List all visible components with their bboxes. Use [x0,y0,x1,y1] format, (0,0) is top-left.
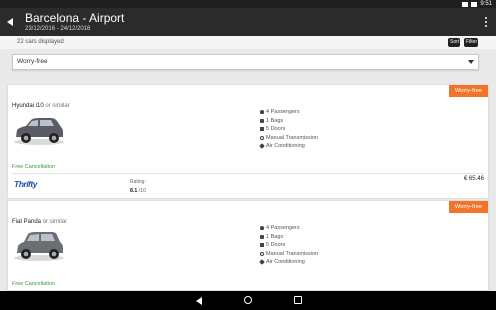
person-icon [260,110,264,114]
page-title: Barcelona - Airport [25,11,125,25]
gear-icon [260,251,264,256]
rating-value: 8.1 /10 [130,188,146,194]
price: € 65.46 [463,176,484,182]
filter-dropdown[interactable]: Worry-free [12,54,479,70]
feature-passengers: 4 Passengers [260,108,318,117]
feature-air-conditioning: Air Conditioning [259,142,318,151]
feature-doors: 5 Doors [260,125,318,134]
status-time: 9:51 [480,1,492,7]
car-features: 4 Passengers 1 Bags 5 Doors Manual Trans… [259,108,318,151]
results-count: 22 cars displayed [17,39,64,45]
status-bar: 9:51 [0,0,496,8]
feature-bags: 1 Bags [260,117,318,126]
divider [12,173,484,174]
chevron-down-icon [468,60,474,64]
results-header: 22 cars displayed Sort Filter [0,36,496,49]
free-cancellation: Free Cancellation [12,164,56,170]
car-model: Hyundai i10 [12,103,44,109]
car-name: Fiat Panda or similar [12,219,67,225]
car-similar: or similar [41,219,68,225]
worry-free-badge: Worry-free [449,201,488,213]
car-name: Hyundai i10 or similar [12,103,70,109]
gear-icon [260,135,264,140]
door-icon [260,127,264,131]
wifi-icon [462,1,469,7]
more-vert-icon[interactable] [482,16,490,28]
feature-air-conditioning: Air Conditioning [259,258,318,267]
car-model: Fiat Panda [12,219,42,225]
feature-doors: 5 Doors [260,241,318,250]
supplier-logo: Thrifty [14,179,37,189]
car-image [14,118,64,145]
sort-button[interactable]: Sort [448,38,460,47]
nav-home-icon[interactable] [244,296,252,304]
car-similar: or similar [43,103,70,109]
door-icon [260,243,264,247]
feature-transmission: Manual Transmission [260,250,318,259]
worry-free-badge: Worry-free [449,85,488,97]
snowflake-icon [259,259,265,265]
rating-label: Rating: [130,179,146,185]
back-arrow-icon[interactable] [4,16,16,28]
status-icons: 9:51 [462,0,492,8]
nav-back-icon[interactable] [196,297,202,305]
toolbar: Barcelona - Airport 23/12/2016 - 24/12/2… [0,8,496,36]
date-range: 23/12/2016 - 24/12/2016 [25,26,91,32]
bag-icon [260,118,264,123]
filter-selected-value: Worry-free [17,58,48,65]
car-card[interactable]: Worry-free Hyundai i10 or similar 4 Pass… [7,84,489,199]
battery-icon [471,1,478,7]
snowflake-icon [259,143,265,149]
feature-transmission: Manual Transmission [260,134,318,143]
bag-icon [260,234,264,239]
filter-button[interactable]: Filter [464,38,478,47]
person-icon [260,226,264,230]
car-image [14,232,64,261]
car-card[interactable]: Worry-free Fiat Panda or similar 4 Passe… [7,200,489,291]
navigation-bar [0,291,496,310]
free-cancellation: Free Cancellation [12,281,56,287]
feature-passengers: 4 Passengers [260,224,318,233]
nav-recents-icon[interactable] [294,296,302,304]
feature-bags: 1 Bags [260,233,318,242]
car-features: 4 Passengers 1 Bags 5 Doors Manual Trans… [259,224,318,267]
